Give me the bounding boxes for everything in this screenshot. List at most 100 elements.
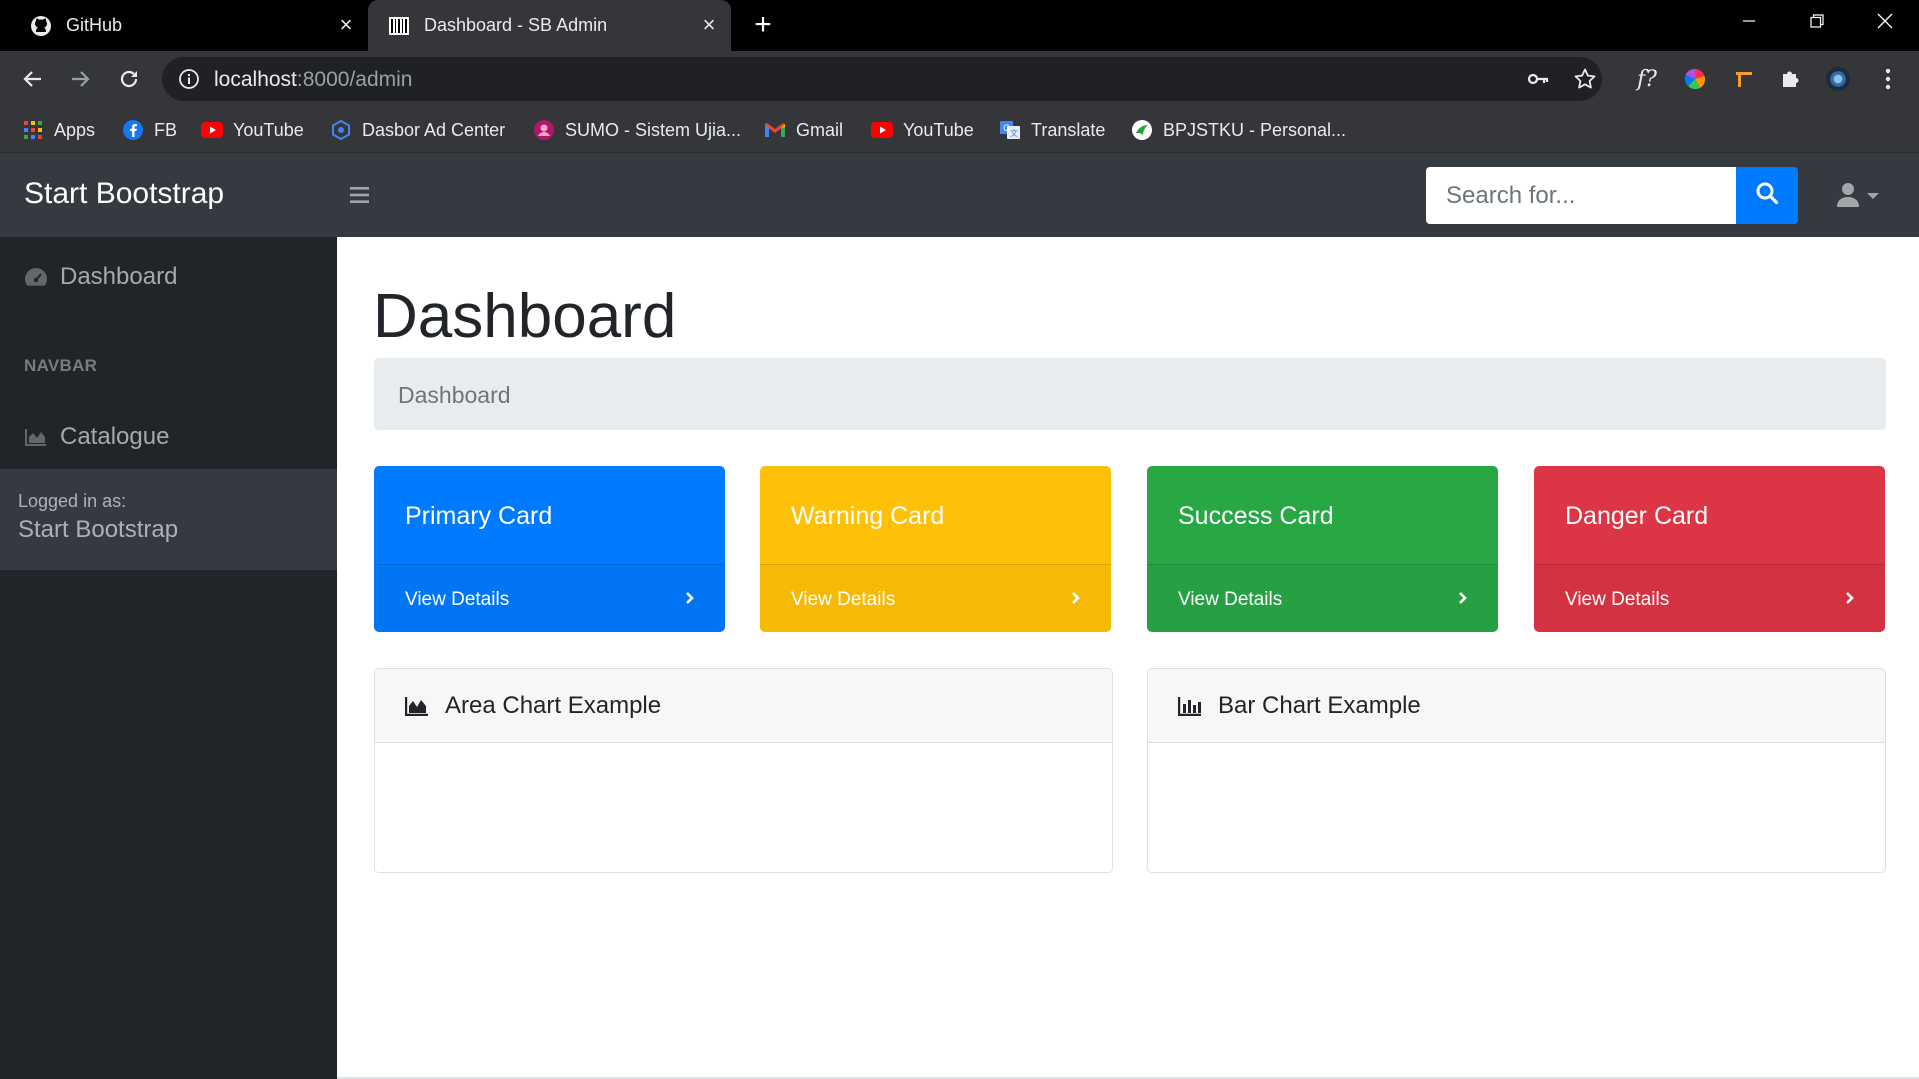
view-details-link[interactable]: View Details xyxy=(1534,564,1885,632)
youtube-icon xyxy=(871,119,893,141)
bookmark-label: FB xyxy=(154,119,178,140)
new-tab-plus-icon[interactable]: + xyxy=(748,10,778,40)
view-details-link[interactable]: View Details xyxy=(374,564,725,632)
profile-avatar-icon[interactable] xyxy=(1825,66,1851,92)
address-bar[interactable]: localhost:8000/admin xyxy=(162,57,1602,101)
chevron-right-icon xyxy=(683,589,697,607)
view-details-label: View Details xyxy=(1178,589,1283,610)
bookmark-label: Apps xyxy=(54,119,96,140)
sidebar-heading: NAVBAR xyxy=(24,356,98,375)
sidebar-toggle-hamburger-icon[interactable] xyxy=(346,181,374,209)
area-chart-canvas xyxy=(375,743,1112,872)
tab-github[interactable]: GitHub × xyxy=(0,0,368,51)
bookmark-label: Gmail xyxy=(796,119,844,140)
chevron-right-icon xyxy=(1843,589,1857,607)
bookmark-dasbor-ad-center[interactable]: Dasbor Ad Center xyxy=(330,117,505,143)
sidebar-footer: Logged in as: Start Bootstrap xyxy=(0,469,337,570)
ad-center-icon xyxy=(330,119,352,141)
sidebar-item-dashboard[interactable]: Dashboard xyxy=(24,263,177,291)
url-text: localhost:8000/admin xyxy=(214,68,412,92)
puzzle-extensions-icon[interactable] xyxy=(1778,66,1804,92)
bookmark-label: SUMO - Sistem Ujia... xyxy=(565,119,742,140)
bookmark-gmail[interactable]: Gmail xyxy=(764,117,843,143)
tab-dashboard[interactable]: Dashboard - SB Admin × xyxy=(368,0,731,51)
bookmark-youtube[interactable]: YouTube xyxy=(201,117,304,143)
danger-card: Danger Card View Details xyxy=(1534,466,1885,632)
navbar-brand[interactable]: Start Bootstrap xyxy=(24,177,224,211)
sidebar-item-catalogue[interactable]: Catalogue xyxy=(24,423,169,451)
bookmark-label: YouTube xyxy=(233,119,304,140)
bookmark-translate[interactable]: G文 Translate xyxy=(999,117,1105,143)
fx-extension-icon[interactable]: f? xyxy=(1634,66,1660,92)
bar-chart-canvas xyxy=(1148,743,1885,872)
kebab-menu-icon[interactable] xyxy=(1875,66,1901,92)
bookmark-bpjstku[interactable]: BPJSTKU - Personal... xyxy=(1131,117,1346,143)
star-icon[interactable] xyxy=(1573,67,1597,91)
card-title: Success Card xyxy=(1178,502,1334,530)
github-icon xyxy=(30,15,52,37)
site-info-icon[interactable] xyxy=(178,68,200,90)
view-details-link[interactable]: View Details xyxy=(760,564,1111,632)
apps-grid-icon xyxy=(22,119,44,141)
barcode-icon xyxy=(388,15,410,37)
bookmark-label: BPJSTKU - Personal... xyxy=(1163,119,1347,140)
sumo-icon xyxy=(533,119,555,141)
chevron-right-icon xyxy=(1456,589,1470,607)
view-details-label: View Details xyxy=(1565,589,1670,610)
success-card: Success Card View Details xyxy=(1147,466,1498,632)
view-details-label: View Details xyxy=(405,589,510,610)
bookmark-youtube-2[interactable]: YouTube xyxy=(871,117,974,143)
page-title: Dashboard xyxy=(373,282,677,351)
pin-extension-icon[interactable] xyxy=(1731,66,1757,92)
bar-chart-card: Bar Chart Example xyxy=(1147,668,1886,873)
bookmark-label: Dasbor Ad Center xyxy=(362,119,506,140)
bookmark-sumo[interactable]: SUMO - Sistem Ujia... xyxy=(533,117,741,143)
area-chart-icon xyxy=(405,695,431,717)
minimize-icon[interactable] xyxy=(1715,0,1783,42)
area-chart-icon xyxy=(24,425,48,449)
reload-icon[interactable] xyxy=(113,63,145,95)
sidebar-item-label: Dashboard xyxy=(60,263,178,290)
card-title: Danger Card xyxy=(1565,502,1709,530)
breadcrumb-item-active: Dashboard xyxy=(398,382,511,408)
back-arrow-icon[interactable] xyxy=(17,63,49,95)
key-icon[interactable] xyxy=(1526,67,1550,91)
bookmark-apps[interactable]: Apps xyxy=(22,117,95,143)
forward-arrow-icon[interactable] xyxy=(64,63,96,95)
view-details-label: View Details xyxy=(791,589,896,610)
bookmarks-bar: Apps FB YouTube Dasbor Ad Center SUMO - … xyxy=(0,107,1919,153)
url-path: :8000/admin xyxy=(296,68,413,91)
close-icon[interactable]: × xyxy=(334,13,358,37)
gmail-icon xyxy=(764,119,786,141)
close-window-icon[interactable] xyxy=(1851,0,1919,42)
browser-tab-strip: GitHub × Dashboard - SB Admin × + xyxy=(0,0,1919,51)
bookmark-fb[interactable]: FB xyxy=(122,117,177,143)
sidebar-item-label: Catalogue xyxy=(60,423,170,450)
bpjstku-icon xyxy=(1131,119,1153,141)
url-host: localhost xyxy=(214,68,297,91)
caret-down-icon xyxy=(1866,188,1880,206)
tab-title: GitHub xyxy=(66,15,123,35)
color-wheel-extension-icon[interactable] xyxy=(1682,66,1708,92)
area-chart-header: Area Chart Example xyxy=(375,669,1112,743)
restore-icon[interactable] xyxy=(1783,0,1851,42)
user-dropdown[interactable] xyxy=(1836,182,1886,213)
area-chart-title: Area Chart Example xyxy=(445,691,662,719)
close-icon[interactable]: × xyxy=(697,13,721,37)
logged-in-user-name: Start Bootstrap xyxy=(18,516,179,543)
breadcrumb: Dashboard xyxy=(374,358,1886,430)
search-input[interactable] xyxy=(1426,167,1736,224)
facebook-icon xyxy=(122,119,144,141)
search-icon xyxy=(1755,181,1779,210)
tachometer-icon xyxy=(24,265,48,289)
main-content: Dashboard Dashboard Primary Card View De… xyxy=(337,237,1919,1079)
search-button[interactable] xyxy=(1736,167,1798,224)
area-chart-card: Area Chart Example xyxy=(374,668,1113,873)
logged-in-as-label: Logged in as: xyxy=(18,491,127,511)
user-icon xyxy=(1836,182,1860,213)
translate-icon: G文 xyxy=(999,119,1021,141)
bookmark-label: YouTube xyxy=(903,119,974,140)
primary-card: Primary Card View Details xyxy=(374,466,725,632)
view-details-link[interactable]: View Details xyxy=(1147,564,1498,632)
app-navbar: Start Bootstrap xyxy=(0,153,1919,237)
